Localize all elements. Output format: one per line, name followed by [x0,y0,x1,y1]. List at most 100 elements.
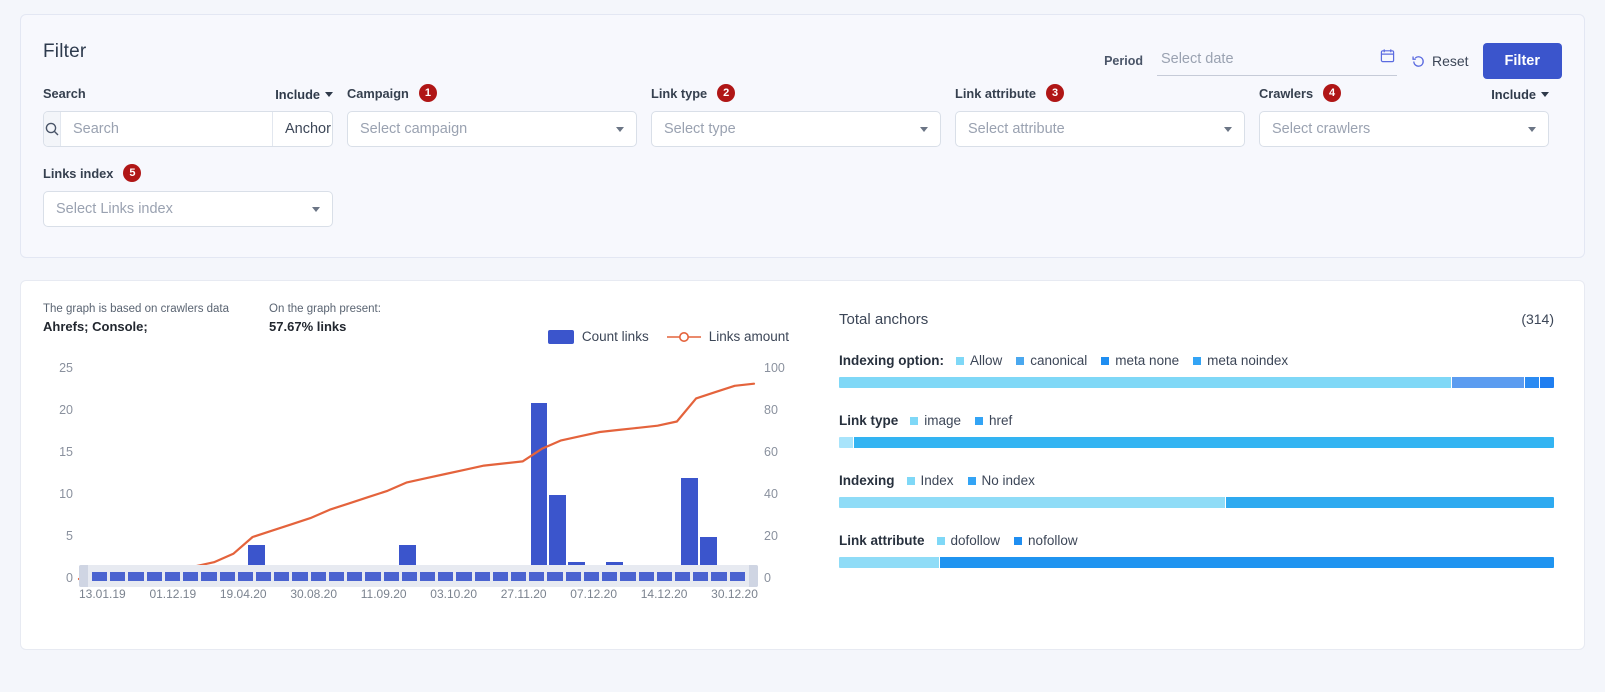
links-index-select[interactable]: Select Links index [43,191,333,227]
metric-bar-segment [1225,497,1554,508]
legend-color-swatch [1193,356,1202,365]
range-segment [656,571,672,581]
search-scope-dropdown[interactable]: Anchor [272,112,332,146]
tick-label: 15 [59,445,73,459]
metric-legend-item[interactable]: Allow [955,353,1003,368]
range-segment [347,571,363,581]
range-segment [292,571,308,581]
page-root: Filter Period Select date Reset Filter S… [0,0,1605,692]
period-label: Period [1104,54,1143,68]
metric-legend-item[interactable]: canonical [1016,353,1087,368]
period-date-input[interactable]: Select date [1156,46,1397,76]
search-input[interactable] [61,112,272,146]
legend-item-label: meta noindex [1207,353,1289,368]
anchors-metrics: Indexing option: Allow canonical meta none m… [839,353,1554,568]
anchor-metric-row: Indexing option: Allow canonical meta none m… [839,353,1554,388]
range-segment [419,571,436,581]
campaign-field-group: Campaign 1 Select campaign [347,83,637,147]
legend-item-label: Allow [969,353,1003,368]
range-segment [401,571,417,581]
legend-color-swatch [955,356,964,365]
tick-label: 5 [66,529,73,543]
crawlers-label: Crawlers [1259,85,1314,101]
links-index-field-head: Links index 5 [43,163,333,183]
search-include-label: Include [275,87,320,102]
link-attribute-placeholder: Select attribute [968,121,1065,137]
range-segment [274,571,290,581]
x-axis-labels: 13.01.19 01.12.19 19.04.20 30.08.20 11.09.20… [79,587,758,601]
metric-legend-item[interactable]: Index [906,473,954,488]
metric-legend: Link type image href [839,413,1554,428]
metric-name: Link attribute [839,533,925,548]
chart-legend: Count links Links amount [547,329,789,344]
legend-color-swatch [975,416,984,425]
link-attribute-select[interactable]: Select attribute [955,111,1245,147]
reset-button[interactable]: Reset [1411,53,1469,69]
chart-range-scrollbar[interactable] [79,565,758,587]
link-type-select[interactable]: Select type [651,111,941,147]
search-icon[interactable] [44,112,61,146]
anchors-title: Total anchors [839,311,929,328]
metric-legend-item[interactable]: nofollow [1014,533,1078,548]
links-index-label: Links index [43,165,114,181]
search-label: Search [43,85,86,101]
crawlers-select[interactable]: Select crawlers [1259,111,1549,147]
anchors-header: Total anchors (314) [839,311,1554,328]
chart-plot: 0 5 10 15 20 25 0 20 40 60 80 100 13.01.19 01.12.19… [43,361,788,614]
metric-legend-item[interactable]: No index [967,473,1035,488]
graph-present-value: 57.67% links [269,319,347,334]
chart-panel: The graph is based on crawlers data Ahre… [20,280,1585,650]
x-tick-label: 13.01.19 [79,587,126,601]
range-segment [547,571,563,581]
chevron-down-icon [325,92,333,97]
range-segment [583,571,600,581]
campaign-select[interactable]: Select campaign [347,111,637,147]
reset-label: Reset [1431,53,1469,69]
range-handle-right[interactable] [749,565,758,587]
range-segment [128,571,144,581]
anchor-metric-row: Link attribute dofollow nofollow [839,533,1554,568]
legend-item-label: No index [981,473,1035,488]
metric-legend: Indexing option: Allow canonical meta none m… [839,353,1554,368]
legend-item-links-amount[interactable]: Links amount [666,329,789,344]
range-segment [201,571,217,581]
x-tick-label: 01.12.19 [149,587,197,601]
x-tick-label: 14.12.20 [640,587,688,601]
metric-stacked-bar[interactable] [839,377,1554,388]
range-segment [492,571,509,581]
legend-item-count-links[interactable]: Count links [547,329,649,344]
legend-color-swatch [910,416,919,425]
metric-stacked-bar[interactable] [839,437,1554,448]
metric-legend-item[interactable]: meta noindex [1193,353,1288,368]
metric-stacked-bar[interactable] [839,557,1554,568]
range-segment [711,571,727,581]
metric-legend-item[interactable]: meta none [1101,353,1179,368]
links-index-row: Links index 5 Select Links index [43,163,1562,227]
crawlers-include-dropdown[interactable]: Include [1491,87,1549,102]
tick-label: 20 [59,403,73,417]
range-segment [511,571,527,581]
metric-legend-item[interactable]: dofollow [936,533,1000,548]
metric-legend-item[interactable]: href [975,413,1012,428]
anchors-panel: Total anchors (314) Indexing option: Allo… [811,281,1584,649]
status-badge: 1 [418,84,437,102]
legend-color-swatch [936,536,945,545]
anchor-metric-row: Indexing Index No index [839,473,1554,508]
legend-item-label: nofollow [1028,533,1078,548]
tick-label: 60 [764,445,778,459]
links-index-field-group: Links index 5 Select Links index [43,163,333,227]
metric-stacked-bar[interactable] [839,497,1554,508]
anchor-metric-row: Link type image href [839,413,1554,448]
filter-submit-button[interactable]: Filter [1482,43,1562,79]
metric-legend-item[interactable]: image [910,413,961,428]
legend-color-swatch [967,476,976,485]
calendar-icon[interactable] [1380,48,1395,63]
x-tick-label: 07.12.20 [570,587,617,601]
metric-name: Link type [839,413,899,428]
range-handle-left[interactable] [79,565,88,587]
metric-bar-segment [839,557,939,568]
graph-source-block: The graph is based on crawlers data Ahre… [43,303,229,334]
range-segment [92,571,108,581]
search-include-dropdown[interactable]: Include [275,87,333,102]
tick-label: 10 [59,487,73,501]
